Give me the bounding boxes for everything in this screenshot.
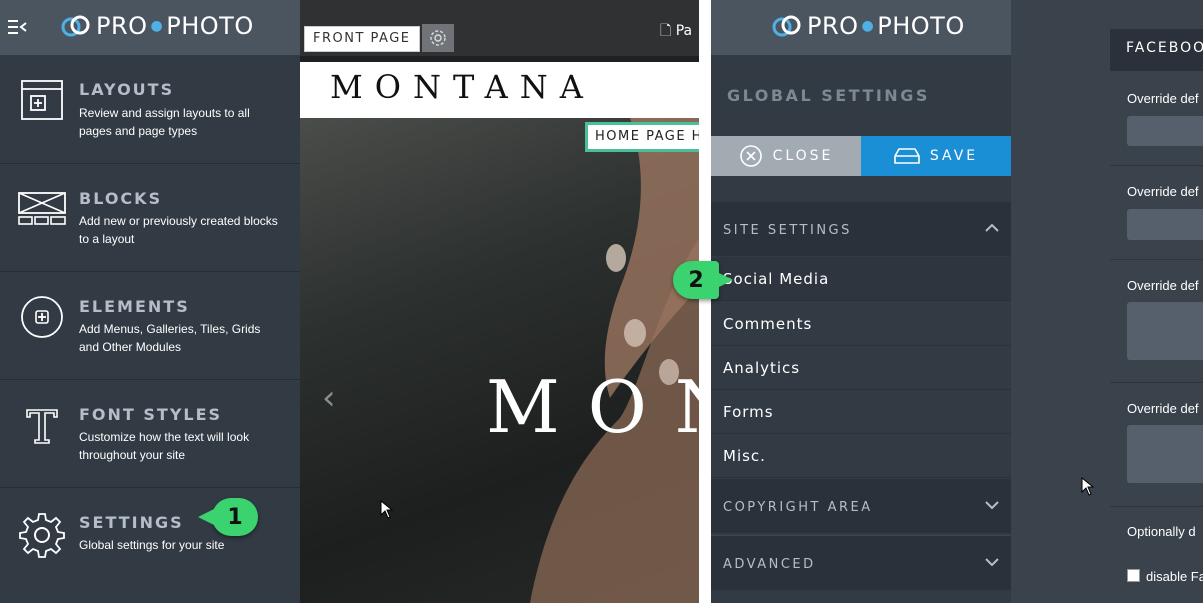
sidebar-header: PRO ● PHOTO <box>0 0 300 55</box>
override-field-1: Override def <box>1110 71 1203 166</box>
page-link-label: Pa <box>675 23 693 39</box>
field-label: Override def <box>1127 91 1199 106</box>
settings-header: PRO ● PHOTO <box>711 0 1011 55</box>
section-advanced[interactable]: ADVANCED <box>711 535 1011 590</box>
item-label: Forms <box>723 403 774 421</box>
item-label: Analytics <box>723 359 801 377</box>
brand-left: PRO <box>807 12 859 40</box>
hamburger-icon[interactable] <box>8 18 28 36</box>
settings-title: GLOBAL SETTINGS <box>727 86 930 105</box>
optional-label: Optionally d <box>1127 524 1196 539</box>
settings-item-social-media[interactable]: Social Media <box>711 257 1011 301</box>
override-field-2: Override def <box>1110 165 1203 260</box>
brand-right: PHOTO <box>166 12 254 40</box>
hero-image <box>300 118 699 603</box>
settings-item-forms[interactable]: Forms <box>711 390 1011 434</box>
page-icon: 🗋 <box>660 23 672 39</box>
item-label: Comments <box>723 315 813 333</box>
brand-dot: ● <box>150 18 164 34</box>
callout-number: 2 <box>688 267 704 293</box>
front-page-gear-button[interactable] <box>422 24 454 52</box>
font-icon <box>26 409 58 444</box>
menu-title-settings: SETTINGS <box>79 513 184 532</box>
menu-title-elements: ELEMENTS <box>79 297 190 316</box>
close-button[interactable]: CLOSE <box>711 136 861 176</box>
menu-title-layouts: LAYOUTS <box>79 80 175 99</box>
brand-left: PRO <box>96 12 148 40</box>
prophoto-logo-icon <box>772 15 801 37</box>
menu-title-blocks: BLOCKS <box>79 189 163 208</box>
menu-title-font-styles: FONT STYLES <box>79 405 223 424</box>
brand-logo: PRO ● PHOTO <box>60 12 254 40</box>
menu-desc-blocks: Add new or previously created blocks to … <box>79 214 278 246</box>
brand-right: PHOTO <box>877 12 965 40</box>
gear-icon <box>19 513 65 558</box>
optional-field: Optionally d disable Fa <box>1110 506 1203 603</box>
field-label: Override def <box>1127 184 1199 199</box>
override-textarea-4[interactable] <box>1127 425 1203 483</box>
field-label: Override def <box>1127 278 1199 293</box>
section-copyright-area[interactable]: COPYRIGHT AREA <box>711 479 1011 533</box>
site-preview: FRONT PAGE 🗋 Pa MONTANA HOME PAGE H ‹ MO… <box>300 0 699 603</box>
gear-icon <box>430 30 446 46</box>
brand-logo: PRO ● PHOTO <box>771 12 965 40</box>
facebook-settings-panel: FACEBOO Override def Override def Overri… <box>1011 0 1203 603</box>
layout-icon <box>21 80 63 120</box>
settings-item-comments[interactable]: Comments <box>711 302 1011 346</box>
settings-item-misc[interactable]: Misc. <box>711 434 1011 478</box>
save-drive-icon <box>894 148 920 164</box>
override-textarea-3[interactable] <box>1127 302 1203 360</box>
save-label: SAVE <box>929 148 979 164</box>
disable-checkbox[interactable] <box>1127 569 1140 582</box>
item-label: Misc. <box>723 447 766 465</box>
section-label: COPYRIGHT AREA <box>723 500 873 515</box>
save-button[interactable]: SAVE <box>861 136 1011 176</box>
menu-item-blocks[interactable]: BLOCKS Add new or previously created blo… <box>0 164 300 272</box>
menu-desc-font-styles: Customize how the text will look through… <box>79 430 250 462</box>
chevron-up-icon <box>985 223 999 232</box>
facebook-section-header: FACEBOO <box>1110 29 1203 71</box>
callout-step-2: 2 <box>673 261 733 299</box>
menu-desc-elements: Add Menus, Galleries, Tiles, Grids and O… <box>79 322 261 354</box>
item-label: Social Media <box>723 270 830 288</box>
divider <box>699 0 711 603</box>
callout-step-1: 1 <box>198 498 258 536</box>
chevron-down-icon <box>985 558 999 567</box>
brand-dot: ● <box>861 18 875 34</box>
home-page-tag[interactable]: HOME PAGE H <box>585 122 699 152</box>
override-input-2[interactable] <box>1127 209 1203 240</box>
override-input-1[interactable] <box>1127 116 1203 146</box>
override-field-4: Override def <box>1110 382 1203 507</box>
settings-item-analytics[interactable]: Analytics <box>711 346 1011 390</box>
menu-item-layouts[interactable]: LAYOUTS Review and assign layouts to all… <box>0 56 300 164</box>
close-label: CLOSE <box>772 148 834 164</box>
page-link[interactable]: 🗋 Pa <box>660 20 692 44</box>
menu-desc-layouts: Review and assign layouts to all pages a… <box>79 106 250 138</box>
menu-item-settings[interactable]: SETTINGS Global settings for your site <box>0 488 300 595</box>
chevron-left-icon[interactable]: ‹ <box>322 378 336 418</box>
menu-item-elements[interactable]: ELEMENTS Add Menus, Galleries, Tiles, Gr… <box>0 272 300 380</box>
front-page-tag[interactable]: FRONT PAGE <box>304 26 420 52</box>
mouse-cursor-icon <box>1081 477 1095 496</box>
chevron-down-icon <box>985 501 999 510</box>
blocks-icon <box>18 192 66 225</box>
hands-photo <box>530 118 699 603</box>
hero-title: MON <box>486 365 699 449</box>
plus-circle-icon <box>21 296 63 338</box>
field-label: Override def <box>1127 401 1199 416</box>
global-settings-panel: PRO ● PHOTO GLOBAL SETTINGS CLOSE SAVE S… <box>711 0 1011 603</box>
section-site-settings[interactable]: SITE SETTINGS <box>711 202 1011 256</box>
checkbox-label: disable Fa <box>1146 569 1203 584</box>
override-field-3: Override def <box>1110 259 1203 383</box>
section-label: SITE SETTINGS <box>723 223 852 238</box>
section-label: ADVANCED <box>723 557 816 572</box>
close-icon <box>739 145 762 167</box>
menu-desc-settings: Global settings for your site <box>79 538 225 552</box>
prophoto-logo-icon <box>61 15 90 37</box>
menu-item-font-styles[interactable]: FONT STYLES Customize how the text will … <box>0 380 300 488</box>
site-logo[interactable]: MONTANA <box>330 68 595 106</box>
mouse-cursor-icon <box>380 500 394 519</box>
